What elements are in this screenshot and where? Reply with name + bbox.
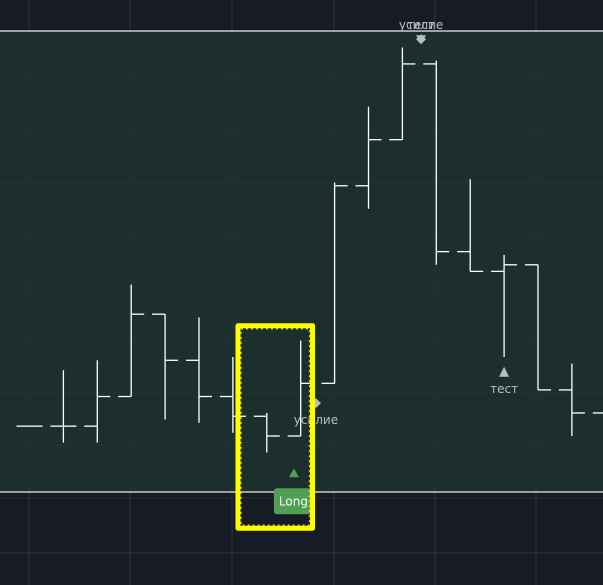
ohlc-chart: усилиетестусилиетест Long [0,0,603,585]
annotation-label-3: тест [490,382,518,396]
annotation-label-2: усилие [294,413,338,427]
long-signal-label: Long [279,495,308,509]
annotation-label-1: тест [407,18,435,32]
